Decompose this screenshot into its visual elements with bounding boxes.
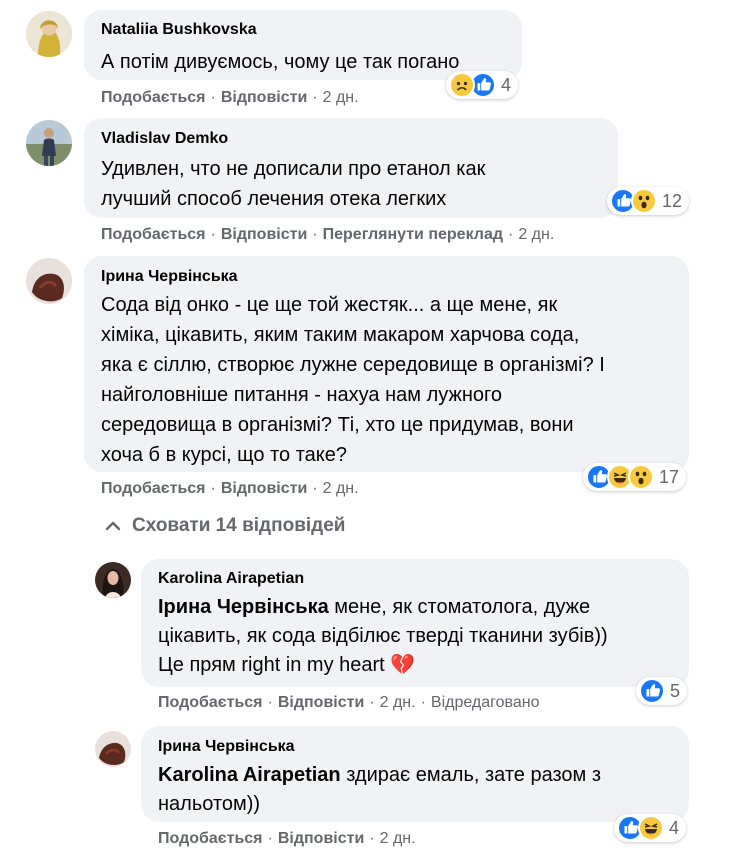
reply-button[interactable]: Відповісти bbox=[278, 830, 364, 847]
like-button[interactable]: Подобається bbox=[101, 226, 206, 243]
comment-bubble: Nataliia Bushkovska А потім дивуємось, ч… bbox=[84, 10, 522, 80]
avatar-photo bbox=[95, 562, 131, 598]
avatar-photo bbox=[26, 120, 72, 166]
avatar-photo bbox=[26, 11, 72, 57]
comment-actions: Подобається · Відповісти · 2 дн. bbox=[101, 89, 359, 106]
like-icon bbox=[639, 678, 665, 704]
avatar-photo bbox=[26, 258, 72, 304]
mention-link[interactable]: Karolina Airapetian bbox=[158, 764, 341, 786]
reply-button[interactable]: Відповісти bbox=[221, 226, 307, 243]
comment-text: Удивлен, что не дописали про етанол как … bbox=[101, 158, 486, 210]
comment-bubble: Vladislav Demko Удивлен, что не дописали… bbox=[84, 118, 618, 218]
reply-actions: Подобається · Відповісти · 2 дн. bbox=[158, 830, 416, 847]
avatar[interactable] bbox=[26, 258, 72, 304]
broken-heart-icon: 💔 bbox=[390, 654, 416, 676]
comment-text: Ірина Червінська мене, як стоматолога, д… bbox=[158, 596, 608, 676]
like-button[interactable]: Подобається bbox=[101, 480, 206, 497]
reaction-count: 12 bbox=[662, 190, 683, 211]
reply-bubble: Karolina Airapetian Ірина Червінська мен… bbox=[141, 559, 689, 687]
comment-time[interactable]: 2 дн. bbox=[323, 480, 359, 497]
comment-actions: Подобається · Відповісти · 2 дн. bbox=[101, 480, 359, 497]
avatar[interactable] bbox=[26, 120, 72, 166]
like-button[interactable]: Подобається bbox=[158, 830, 263, 847]
comment-text: Karolina Airapetian здирає емаль, зате р… bbox=[158, 764, 602, 815]
avatar-photo bbox=[95, 731, 131, 767]
reaction-summary[interactable]: 4 bbox=[614, 814, 687, 842]
reply-button[interactable]: Відповісти bbox=[221, 89, 307, 106]
hide-replies-button[interactable]: Сховати 14 відповідей bbox=[104, 515, 345, 537]
haha-icon bbox=[638, 815, 664, 841]
edited-label[interactable]: Відредаговано bbox=[431, 694, 540, 711]
comment-author[interactable]: Ірина Червінська bbox=[101, 267, 677, 287]
reaction-summary[interactable]: 17 bbox=[583, 463, 687, 491]
avatar[interactable] bbox=[95, 562, 131, 598]
reply-bubble: Ірина Червінська Karolina Airapetian зди… bbox=[141, 726, 689, 822]
comment-time[interactable]: 2 дн. bbox=[380, 694, 416, 711]
reply-actions: Подобається · Відповісти · 2 дн. · Відредагова… bbox=[158, 694, 540, 711]
reaction-summary[interactable]: 4 bbox=[446, 71, 519, 99]
comment-author[interactable]: Ірина Червінська bbox=[158, 737, 677, 757]
reaction-count: 4 bbox=[669, 817, 680, 838]
like-button[interactable]: Подобається bbox=[158, 694, 263, 711]
reply-button[interactable]: Відповісти bbox=[221, 480, 307, 497]
comment-author[interactable]: Karolina Airapetian bbox=[158, 569, 677, 589]
sad-icon bbox=[449, 72, 475, 98]
like-button[interactable]: Подобається bbox=[101, 89, 206, 106]
avatar[interactable] bbox=[95, 731, 131, 767]
chevron-up-icon bbox=[105, 521, 121, 531]
comment-time[interactable]: 2 дн. bbox=[518, 226, 554, 243]
avatar[interactable] bbox=[26, 11, 72, 57]
wow-icon bbox=[628, 464, 654, 490]
comment-text: А потім дивуємось, чому це так погано bbox=[101, 51, 460, 73]
wow-icon bbox=[631, 188, 657, 214]
reaction-summary[interactable]: 12 bbox=[607, 187, 690, 215]
see-translation-button[interactable]: Переглянути переклад bbox=[323, 226, 503, 243]
comment-time[interactable]: 2 дн. bbox=[323, 89, 359, 106]
reaction-summary[interactable]: 5 bbox=[636, 677, 688, 705]
comment-author[interactable]: Vladislav Demko bbox=[101, 129, 606, 149]
reaction-count: 5 bbox=[670, 680, 681, 701]
comment-time[interactable]: 2 дн. bbox=[380, 830, 416, 847]
reply-button[interactable]: Відповісти bbox=[278, 694, 364, 711]
comment-author[interactable]: Nataliia Bushkovska bbox=[101, 20, 510, 40]
comment-bubble: Ірина Червінська Сода від онко - це ще т… bbox=[84, 256, 689, 472]
reaction-count: 4 bbox=[501, 74, 512, 95]
comment-actions: Подобається · Відповісти · Переглянути перек… bbox=[101, 226, 555, 243]
mention-link[interactable]: Ірина Червінська bbox=[158, 596, 329, 618]
comment-text: Сода від онко - це ще той жестяк... а ще… bbox=[101, 294, 605, 466]
reaction-count: 17 bbox=[659, 466, 680, 487]
